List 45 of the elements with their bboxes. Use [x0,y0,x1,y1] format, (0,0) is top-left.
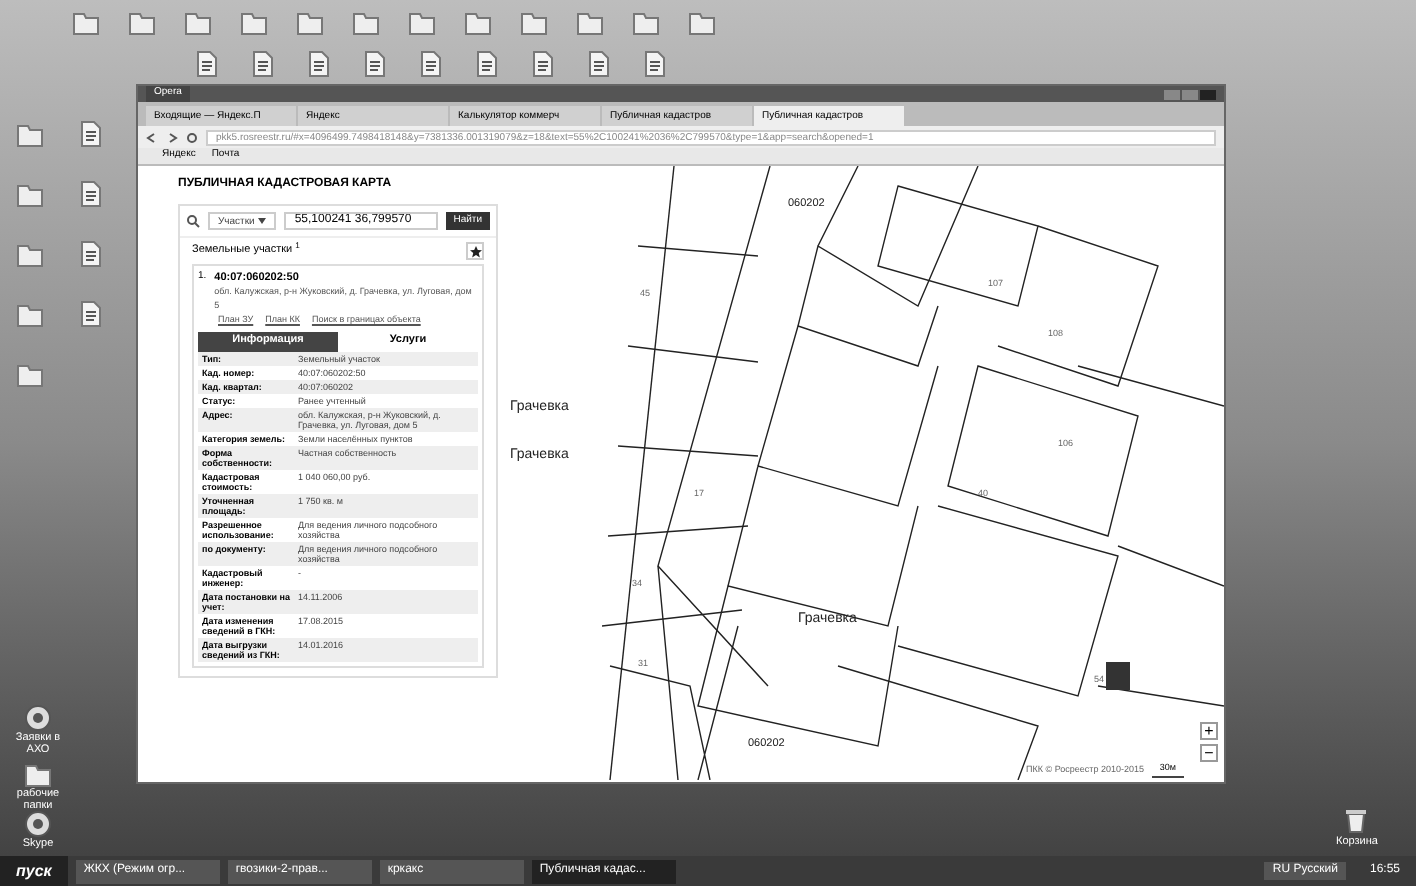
folder-icon[interactable] [128,8,156,36]
search-icon [186,214,200,228]
document-icon[interactable] [76,240,104,268]
document-icon[interactable] [76,300,104,328]
favorite-button[interactable] [466,242,484,260]
document-icon[interactable] [248,50,276,78]
app-icon[interactable] [24,704,52,732]
folder-icon[interactable] [16,300,44,328]
back-icon[interactable] [146,131,158,143]
folder-icon[interactable] [464,8,492,36]
folder-icon[interactable] [520,8,548,36]
folder-icon[interactable] [184,8,212,36]
document-icon[interactable] [472,50,500,78]
caret-icon [258,218,267,224]
document-icon[interactable] [360,50,388,78]
folder-icon[interactable] [16,180,44,208]
document-icon[interactable] [640,50,668,78]
document-icon[interactable] [76,180,104,208]
star-icon [469,245,481,257]
document-icon[interactable] [304,50,332,78]
folder-icon[interactable] [688,8,716,36]
document-icon[interactable] [192,50,220,78]
document-icon[interactable] [416,50,444,78]
document-icon[interactable] [76,120,104,148]
folder-icon[interactable] [72,8,100,36]
house-marker [1106,662,1130,690]
forward-icon[interactable] [166,131,178,143]
folder-icon[interactable] [576,8,604,36]
folder-icon[interactable] [408,8,436,36]
folder-icon[interactable] [632,8,660,36]
folder-icon[interactable] [16,240,44,268]
zoom-button[interactable]: + [1200,722,1218,740]
folder-icon[interactable] [240,8,268,36]
start-button[interactable]: пуск [0,856,68,886]
folder-icon[interactable] [16,360,44,388]
document-icon[interactable] [584,50,612,78]
trash-bin-icon[interactable] [1344,808,1369,834]
folder-icon[interactable] [296,8,324,36]
reload-icon[interactable] [186,131,198,143]
folder-icon[interactable] [16,120,44,148]
folder-icon[interactable] [24,760,52,788]
folder-icon[interactable] [352,8,380,36]
document-icon[interactable] [528,50,556,78]
zoom-button[interactable]: − [1200,744,1218,762]
app-icon[interactable] [24,810,52,838]
